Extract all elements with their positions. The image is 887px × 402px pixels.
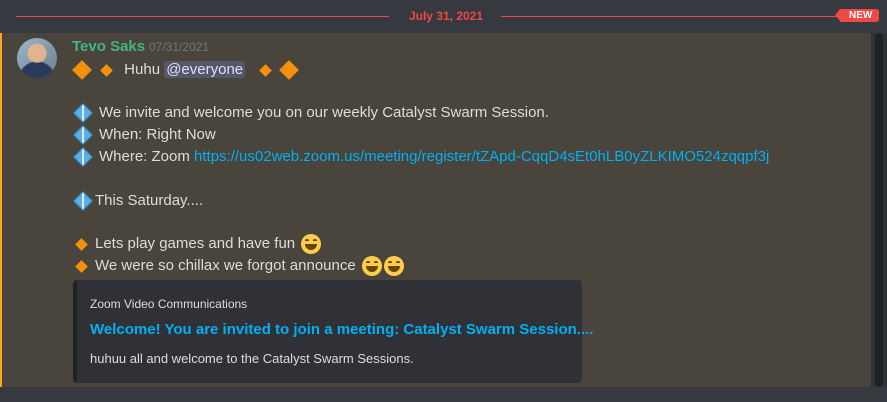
chillax-text: We were so chillax we forgot announce <box>95 257 356 275</box>
greeting-text: Huhu <box>124 61 161 79</box>
avatar[interactable] <box>17 38 57 78</box>
chillax-line: We were so chillax we forgot announce <box>72 255 404 277</box>
date-divider: July 31, 2021 NEW <box>16 8 887 26</box>
games-text: Lets play games and have fun <box>95 235 296 253</box>
bottom-spacer <box>0 387 887 402</box>
divider-line-left <box>16 16 389 17</box>
invite-line: We invite and welcome you on our weekly … <box>72 102 549 124</box>
divider-date: July 31, 2021 <box>408 9 484 23</box>
orange-diamond-icon <box>72 60 92 80</box>
scrollbar-thumb[interactable] <box>875 33 883 387</box>
where-text: Where: Zoom <box>99 148 195 166</box>
orange-diamond-icon <box>75 259 88 273</box>
username[interactable]: Tevo Saks <box>72 38 145 55</box>
blue-diamond-icon <box>73 147 93 167</box>
greeting-line: Huhu @everyone <box>72 59 304 81</box>
orange-diamond-icon <box>75 237 88 251</box>
orange-diamond-icon <box>279 60 300 80</box>
grinning-emoji-icon[interactable] <box>383 256 404 277</box>
embed-provider[interactable]: Zoom Video Communications <box>90 297 247 311</box>
zoom-link[interactable]: https://us02web.zoom.us/meeting/register… <box>194 148 769 165</box>
message-highlighted[interactable]: Tevo Saks 07/31/2021 Huhu @everyone We i… <box>0 33 871 387</box>
games-line: Lets play games and have fun <box>72 233 322 255</box>
blue-diamond-icon <box>73 125 93 145</box>
where-line: Where: Zoom https://us02web.zoom.us/meet… <box>72 146 769 168</box>
everyone-mention[interactable]: @everyone <box>164 61 246 79</box>
saturday-line: This Saturday.... <box>72 190 203 212</box>
divider-line-right <box>501 16 841 17</box>
grinning-emoji-icon[interactable] <box>301 234 322 255</box>
when-text: When: Right Now <box>99 126 216 144</box>
new-badge: NEW <box>834 9 880 22</box>
orange-diamond-icon <box>259 63 273 77</box>
saturday-text: This Saturday.... <box>95 192 204 210</box>
embed-description: huhuu all and welcome to the Catalyst Sw… <box>90 351 414 366</box>
grinning-emoji-icon[interactable] <box>361 256 382 277</box>
invite-text: We invite and welcome you on our weekly … <box>99 104 549 122</box>
blue-diamond-icon <box>73 103 93 123</box>
when-line: When: Right Now <box>72 124 216 146</box>
timestamp: 07/31/2021 <box>149 40 210 54</box>
link-embed: Zoom Video Communications Welcome! You a… <box>73 280 593 383</box>
blue-diamond-icon <box>73 191 93 211</box>
scrollbar[interactable] <box>871 33 887 387</box>
orange-diamond-icon <box>100 63 113 77</box>
embed-title[interactable]: Welcome! You are invited to join a meeti… <box>90 321 593 338</box>
